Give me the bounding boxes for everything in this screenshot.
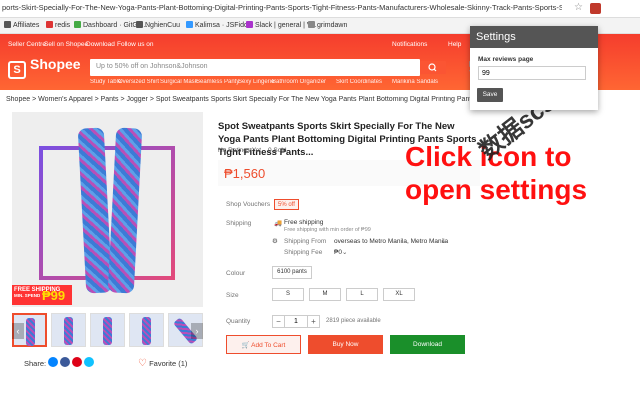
breadcrumb[interactable]: Shopee > Women's Apparel > Pants > Jogge… — [6, 96, 476, 103]
favorite-button[interactable]: ♡ Favorite (1) — [138, 358, 187, 369]
chevron-right-icon[interactable]: › — [191, 323, 203, 339]
quantity-label: Quantity — [226, 318, 251, 325]
hot-word[interactable]: Sexy Lingerie — [238, 79, 274, 85]
shipping-from-icon: ⚙ — [272, 238, 278, 245]
size-option-xl[interactable]: XL — [383, 288, 415, 301]
chevron-down-icon[interactable]: ⌄ — [342, 248, 347, 256]
free-shipping-note: Free shipping with min order of ₱99 — [284, 227, 371, 233]
pinterest-icon[interactable] — [72, 357, 82, 367]
voucher-badge[interactable]: 5% off — [274, 199, 299, 210]
bookmark-item[interactable]: Affiliates — [4, 21, 39, 29]
colour-label: Colour — [226, 270, 246, 277]
bookmark-star-icon[interactable]: ☆ — [574, 2, 583, 13]
follow-us-label: Follow us on — [117, 41, 154, 48]
browser-url-bar[interactable]: ports-Skirt-Specially-For-The-New-Yoga-P… — [0, 0, 640, 18]
slack-icon — [246, 21, 253, 28]
folder-icon — [4, 21, 11, 28]
truck-icon: 🚚 — [274, 220, 283, 227]
sell-on-shopee-link[interactable]: Sell on Shopee — [44, 41, 88, 48]
size-option-m[interactable]: M — [309, 288, 341, 301]
dashboard-icon — [74, 21, 81, 28]
chevron-down-icon[interactable]: ⌄ — [441, 237, 446, 245]
chevron-left-icon[interactable]: ‹ — [12, 323, 24, 339]
seller-centre-link[interactable]: Seller Centre — [8, 41, 46, 48]
save-button[interactable]: Save — [477, 88, 503, 102]
size-option-s[interactable]: S — [272, 288, 304, 301]
shopee-logo[interactable]: S Shopee — [8, 56, 81, 79]
quantity-input[interactable]: 1 — [285, 315, 307, 328]
shipping-fee-value[interactable]: ₱0 — [334, 249, 342, 256]
popup-title: Settings — [470, 26, 598, 48]
size-label: Size — [226, 292, 239, 299]
cart-icon: 🛒 — [241, 342, 250, 349]
free-shipping-badge: FREE SHIPPING MIN. SPEND ₱99 — [12, 285, 72, 305]
sold-count: 0 Sold — [268, 147, 287, 154]
twitter-icon[interactable] — [84, 357, 94, 367]
thumbnail[interactable] — [90, 313, 125, 347]
download-button[interactable]: Download — [390, 335, 465, 354]
search-input[interactable]: Up to 50% off on Johnson&Johnson — [90, 59, 420, 76]
download-link[interactable]: Download — [86, 41, 115, 48]
thumbnail[interactable] — [51, 313, 86, 347]
hot-word[interactable]: Seamless Panty — [196, 79, 239, 85]
thumbnail[interactable] — [129, 313, 164, 347]
bookmark-item[interactable]: Kalimsa · JSFiddle — [186, 21, 253, 29]
url-text[interactable]: ports-Skirt-Specially-For-The-New-Yoga-P… — [2, 3, 562, 12]
max-reviews-input[interactable] — [478, 66, 586, 80]
messenger-icon[interactable] — [48, 357, 58, 367]
shipping-from-value[interactable]: overseas to Metro Manila, Metro Manila — [334, 238, 448, 245]
overlay-line-2: open settings — [405, 174, 588, 205]
bookmark-item[interactable]: Slack | general | V... — [246, 21, 317, 29]
pieces-available: 2819 piece available — [326, 318, 381, 324]
help-link[interactable]: Help — [448, 41, 461, 48]
jsfiddle-icon — [186, 21, 193, 28]
notifications-link[interactable]: Notifications — [392, 41, 427, 48]
colour-option[interactable]: 6100 pants — [272, 266, 312, 279]
bookmark-item[interactable]: NghienCuu — [136, 21, 180, 29]
buy-now-button[interactable]: Buy Now — [308, 335, 383, 354]
redis-icon — [46, 21, 53, 28]
shopping-bag-icon: S — [8, 61, 26, 79]
add-to-cart-button[interactable]: 🛒 Add To Cart — [226, 335, 301, 354]
product-price: ₱1,560 — [224, 166, 266, 181]
hot-word[interactable]: Bathroom Organizer — [272, 79, 326, 85]
ratings-text: No Ratings Yet — [218, 147, 262, 154]
hot-word[interactable]: Study Table — [90, 79, 121, 85]
heart-icon: ♡ — [138, 358, 147, 369]
folder-icon — [136, 21, 143, 28]
facebook-icon[interactable] — [60, 357, 70, 367]
bookmark-item[interactable]: grimdawn — [308, 21, 347, 29]
size-option-l[interactable]: L — [346, 288, 378, 301]
search-button[interactable] — [420, 61, 446, 74]
free-shipping-text: Free shipping — [284, 219, 324, 226]
hot-word[interactable]: Marikina Sandals — [392, 79, 438, 85]
extension-icon[interactable] — [590, 3, 601, 14]
product-main-image[interactable] — [12, 112, 203, 307]
settings-popup: Settings Max reviews page Save — [470, 26, 598, 110]
search-icon — [428, 63, 437, 72]
grimdawn-icon — [308, 21, 315, 28]
shipping-from-label: Shipping From — [284, 238, 327, 245]
quantity-decrease-button[interactable]: − — [272, 315, 285, 328]
shop-vouchers-label: Shop Vouchers — [226, 201, 271, 208]
search-placeholder: Up to 50% off on Johnson&Johnson — [96, 63, 208, 70]
share-label: Share: — [24, 359, 47, 368]
hot-word[interactable]: Oversized Shirt — [118, 79, 159, 85]
quantity-increase-button[interactable]: + — [307, 315, 320, 328]
max-reviews-label: Max reviews page — [478, 56, 534, 63]
hot-word[interactable]: Surgical Mask — [160, 79, 198, 85]
hot-word[interactable]: Skirt Coordinates — [336, 79, 382, 85]
bookmark-item[interactable]: redis — [46, 21, 70, 29]
shipping-fee-label: Shipping Fee — [284, 249, 323, 256]
shipping-label: Shipping — [226, 220, 252, 227]
